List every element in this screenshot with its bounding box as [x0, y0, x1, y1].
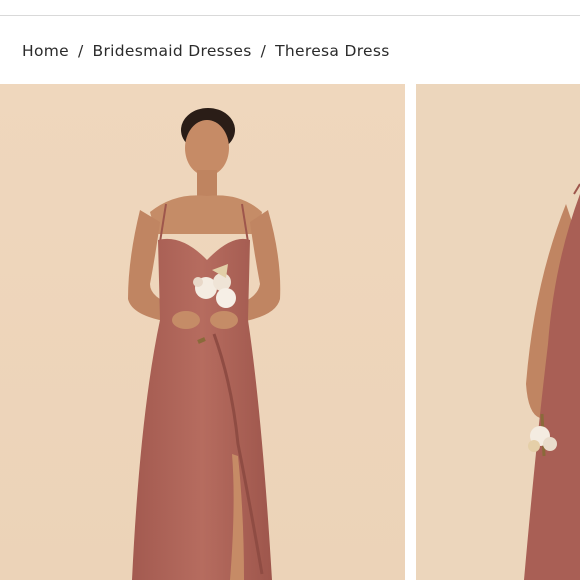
product-image-main[interactable] [0, 84, 405, 580]
header-divider [0, 15, 580, 16]
breadcrumb-home-link[interactable]: Home [22, 42, 69, 60]
product-page: Home / Bridesmaid Dresses / Theresa Dres… [0, 0, 580, 580]
breadcrumb-bridesmaid-dresses-link[interactable]: Bridesmaid Dresses [93, 42, 252, 60]
breadcrumb: Home / Bridesmaid Dresses / Theresa Dres… [22, 40, 390, 62]
breadcrumb-separator: / [77, 42, 84, 60]
breadcrumb-current-page: Theresa Dress [275, 42, 390, 60]
product-image-secondary[interactable] [416, 84, 580, 580]
breadcrumb-separator: / [260, 42, 267, 60]
product-photo-illustration [0, 84, 405, 580]
product-photo-illustration [416, 84, 580, 580]
